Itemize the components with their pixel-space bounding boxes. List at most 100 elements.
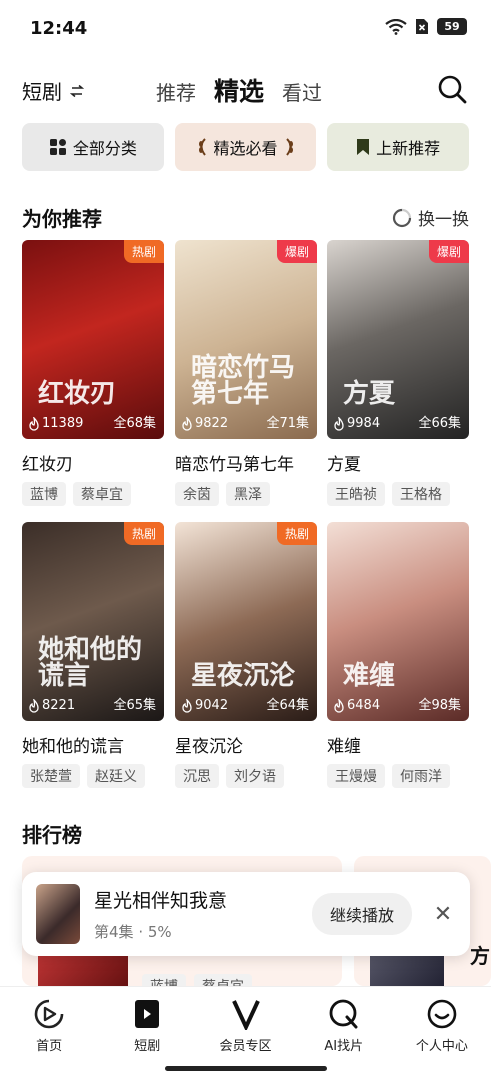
- play-count: 9042: [181, 698, 228, 713]
- play-count-value: 8221: [42, 698, 76, 713]
- flame-icon: [182, 698, 192, 713]
- continue-play-button[interactable]: 继续播放: [311, 893, 412, 935]
- home-play-icon: [32, 997, 66, 1031]
- home-indicator: [165, 1066, 327, 1071]
- flame-icon: [182, 416, 192, 431]
- flame-icon: [29, 698, 39, 713]
- drama-title[interactable]: 暗恋竹马第七年: [175, 450, 317, 475]
- player-info: 星光相伴知我意 第4集 · 5%: [94, 886, 312, 942]
- cast-tag[interactable]: 刘夕语: [226, 764, 284, 788]
- featured-must-watch-label: 精选必看: [213, 139, 278, 158]
- drama-title[interactable]: 难缠: [327, 732, 469, 757]
- play-count: 9822: [181, 416, 228, 431]
- cast-tag[interactable]: 赵廷义: [87, 764, 145, 788]
- poster-art: [175, 240, 317, 439]
- cast-tags: 张楚萱 赵廷义: [22, 764, 164, 788]
- category-buttons: 全部分类 精选必看 上新推荐: [22, 123, 470, 171]
- tab-featured[interactable]: 精选: [214, 72, 264, 108]
- refresh-button[interactable]: 换一换: [392, 205, 469, 230]
- laurel-icon: [285, 138, 293, 156]
- search-icon[interactable]: [437, 74, 467, 104]
- play-count-value: 11389: [42, 416, 84, 431]
- play-count-value: 9984: [347, 416, 381, 431]
- cast-tag[interactable]: 王格格: [392, 482, 450, 506]
- poster-art: [22, 240, 164, 439]
- drama-poster[interactable]: 暗恋竹马第七年 爆剧 9822 全71集: [175, 240, 317, 439]
- close-icon[interactable]: ✕: [430, 902, 456, 927]
- drama-poster[interactable]: 难缠 6484 全98集: [327, 522, 469, 721]
- status-badge: 热剧: [123, 522, 164, 545]
- ranking-poster: [370, 956, 444, 986]
- bookmark-icon: [357, 139, 370, 155]
- cast-tag[interactable]: 余茵: [175, 482, 219, 506]
- drama-poster[interactable]: 红妆刃 热剧 11389 全68集: [22, 240, 164, 439]
- status-badge: 爆剧: [276, 240, 317, 263]
- ranking-poster: [38, 956, 128, 986]
- vip-icon: [229, 997, 263, 1031]
- top-tabs: 推荐 精选 看过: [156, 72, 322, 108]
- refresh-label: 换一换: [418, 210, 469, 230]
- play-count-value: 9042: [195, 698, 229, 713]
- drama-card[interactable]: 难缠 6484 全98集难缠王熳熳 何雨洋: [327, 522, 469, 788]
- ai-search-icon: [327, 997, 361, 1031]
- play-count: 6484: [333, 698, 380, 713]
- tab-watched[interactable]: 看过: [282, 77, 322, 106]
- cast-tag[interactable]: 黑泽: [226, 482, 270, 506]
- nav-vip-label: 会员专区: [219, 1039, 272, 1054]
- cast-tag[interactable]: 何雨洋: [392, 764, 450, 788]
- episode-count: 全68集: [113, 416, 156, 431]
- mini-player[interactable]: 星光相伴知我意 第4集 · 5% 继续播放 ✕: [22, 872, 470, 956]
- drama-card[interactable]: 暗恋竹马第七年 爆剧 9822 全71集 暗恋竹马第七年 余茵 黑泽: [175, 240, 317, 506]
- cast-tag[interactable]: 王皓祯: [327, 482, 385, 506]
- episode-count: 全65集: [113, 698, 156, 713]
- drama-title[interactable]: 她和他的谎言: [22, 732, 164, 757]
- cast-tag[interactable]: 张楚萱: [22, 764, 80, 788]
- poster-art: [327, 522, 469, 721]
- poster-title-art: 星夜沉沦: [191, 661, 296, 691]
- new-releases-button[interactable]: 上新推荐: [327, 123, 470, 171]
- drama-card[interactable]: 方夏 爆剧 9984 全66集 方夏 王皓祯 王格格: [327, 240, 469, 506]
- cast-tag[interactable]: 王熳熳: [327, 764, 385, 788]
- cast-tags: 王熳熳 何雨洋: [327, 764, 469, 788]
- poster-art: [327, 240, 469, 439]
- drama-type-selector[interactable]: 短剧: [22, 76, 84, 105]
- flame-icon: [29, 416, 39, 431]
- nav-profile[interactable]: 个人中心: [393, 987, 491, 1080]
- ranking-peek-title: 方: [470, 944, 490, 968]
- refresh-icon: [392, 208, 412, 227]
- drama-title[interactable]: 方夏: [327, 450, 469, 475]
- drama-type-label: 短剧: [22, 80, 62, 104]
- episode-count: 全66集: [418, 416, 461, 431]
- tab-recommend[interactable]: 推荐: [156, 77, 196, 106]
- cast-tag[interactable]: 蔡卓宜: [73, 482, 131, 506]
- poster-art: [22, 522, 164, 721]
- drama-poster[interactable]: 星夜沉沦 热剧 9042 全64集: [175, 522, 317, 721]
- all-categories-button[interactable]: 全部分类: [22, 123, 164, 171]
- recommend-title: 为你推荐: [22, 207, 102, 231]
- cast-tags: 蓝博 蔡卓宜: [22, 482, 164, 506]
- play-count-value: 6484: [347, 698, 381, 713]
- drama-card[interactable]: 星夜沉沦 热剧 9042 全64集 星夜沉沦 沉思 刘夕语: [175, 522, 317, 788]
- drama-poster[interactable]: 方夏 爆剧 9984 全66集: [327, 240, 469, 439]
- drama-card[interactable]: 红妆刃 热剧 11389 全68集 红妆刃 蓝博 蔡卓宜: [22, 240, 164, 506]
- grid-icon: [49, 139, 66, 155]
- featured-must-watch-button[interactable]: 精选必看: [174, 123, 317, 171]
- player-thumbnail[interactable]: [36, 884, 80, 944]
- cast-tags: 王皓祯 王格格: [327, 482, 469, 506]
- play-count: 11389: [28, 416, 83, 431]
- player-episode: 第4集: [94, 923, 134, 941]
- drama-title[interactable]: 红妆刃: [22, 450, 164, 475]
- episode-count: 全71集: [266, 416, 309, 431]
- poster-title-art: 方夏: [343, 379, 396, 409]
- flame-icon: [334, 416, 344, 431]
- cast-tag[interactable]: 蓝博: [22, 482, 66, 506]
- drama-card[interactable]: 她和他的谎言 热剧 8221 全65集 她和他的谎言 张楚萱 赵廷义: [22, 522, 164, 788]
- drama-title[interactable]: 星夜沉沦: [175, 732, 317, 757]
- cast-tag[interactable]: 沉思: [175, 764, 219, 788]
- player-percent: 5%: [147, 923, 172, 941]
- nav-home[interactable]: 首页: [0, 987, 98, 1080]
- drama-poster[interactable]: 她和他的谎言 热剧 8221 全65集: [22, 522, 164, 721]
- play-count-value: 9822: [195, 416, 229, 431]
- laurel-icon: [198, 138, 206, 156]
- nav-ai-search-label: AI找片: [324, 1039, 364, 1054]
